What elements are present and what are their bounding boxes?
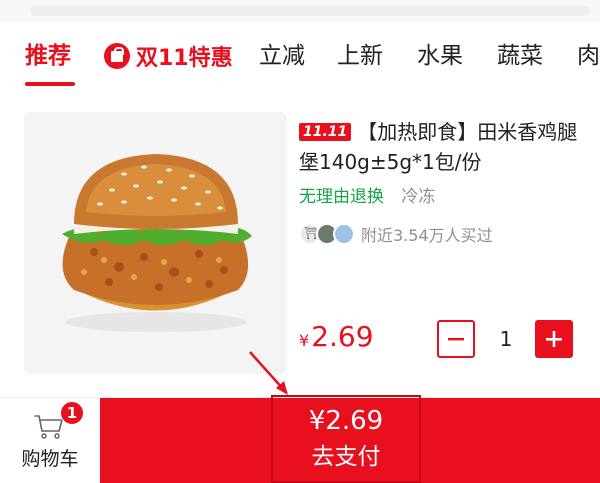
product-title-block[interactable]: 11.11 【加热即食】田米香鸡腿堡140g±5g*1包/份	[299, 117, 589, 177]
cart-count-badge: 1	[60, 401, 84, 425]
price-value: 2.69	[311, 320, 374, 353]
arrow-head	[276, 381, 288, 395]
checkout-price[interactable]: ¥2.69	[271, 404, 421, 438]
status-strip-fade	[30, 6, 590, 16]
buyers-row: 附近3.54万人买过	[299, 220, 493, 248]
tab-fruit[interactable]: 水果	[417, 39, 463, 73]
burger-illustration	[62, 154, 252, 332]
cart-label: 购物车	[21, 448, 79, 470]
buyers-count-text: 附近3.54万人买过	[361, 226, 493, 245]
cart-button[interactable]: 1 购物车	[0, 398, 100, 483]
product-price: ¥2.69	[299, 319, 374, 359]
tab-vegetable[interactable]: 蔬菜	[497, 39, 543, 73]
tag-free-return: 无理由退换	[299, 187, 384, 207]
minus-icon	[448, 338, 464, 341]
checkout-label[interactable]: 去支付	[271, 441, 421, 473]
category-tabs: 推荐 双11特惠 立减 上新 水果 蔬菜 肉	[0, 26, 600, 92]
price-currency: ¥	[299, 331, 310, 350]
avatar	[333, 223, 355, 245]
status-strip	[0, 0, 600, 22]
tag-frozen: 冷冻	[401, 187, 436, 207]
decrease-quantity-button[interactable]	[437, 320, 475, 358]
quantity-value[interactable]: 1	[492, 324, 520, 354]
double11-badge: 11.11	[299, 123, 352, 141]
tab-recommend[interactable]: 推荐	[25, 39, 71, 73]
tab-double11[interactable]: 双11特惠	[104, 39, 233, 73]
active-tab-indicator	[25, 82, 75, 86]
tab-double11-label: 双11特惠	[136, 46, 233, 71]
shopping-cart-icon	[34, 415, 63, 439]
tab-new[interactable]: 上新	[337, 39, 383, 73]
buyer-avatars	[299, 223, 355, 245]
tab-meat[interactable]: 肉	[577, 39, 600, 73]
plus-icon	[546, 331, 562, 347]
tab-discount[interactable]: 立减	[259, 39, 305, 73]
product-tags: 无理由退换 冷冻	[299, 185, 435, 209]
increase-quantity-button[interactable]	[535, 320, 573, 358]
shopping-bag-icon	[104, 43, 130, 69]
burger-image[interactable]	[24, 112, 287, 374]
